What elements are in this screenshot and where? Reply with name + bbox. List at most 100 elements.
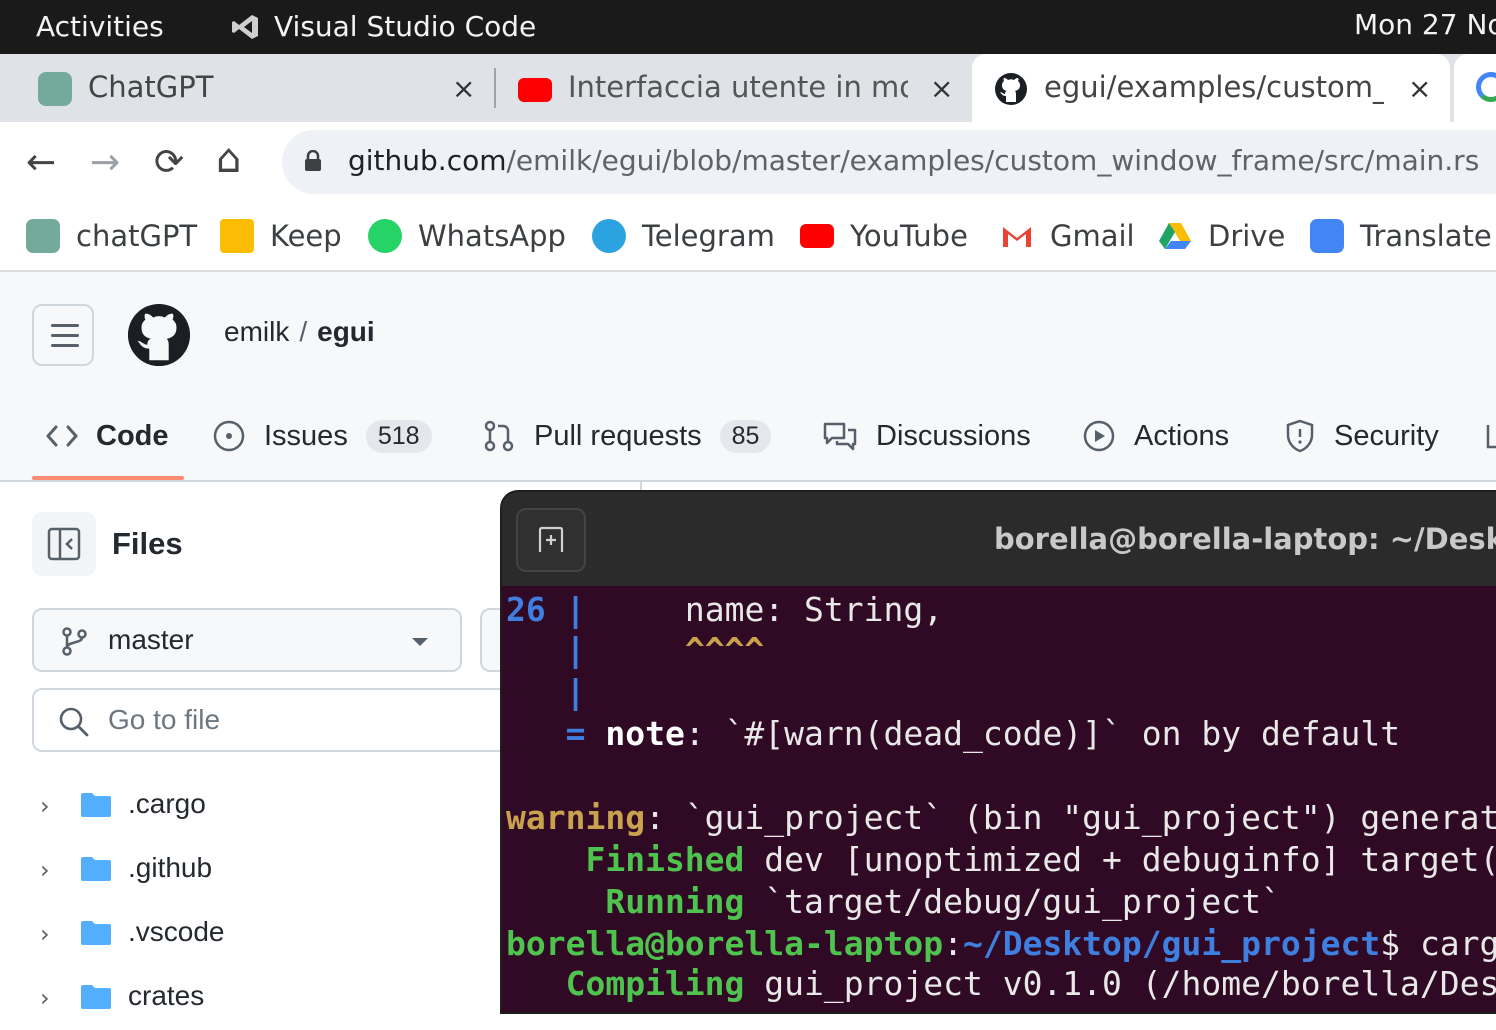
terminal-window[interactable]: borella@borella-laptop: ~/Desktop/g 26 |… [502,492,1496,1012]
url-domain: github.com [348,144,507,177]
hamburger-line [51,344,79,347]
youtube-icon [518,78,552,102]
status-text: dev [unoptimized + debuginfo] target( [744,840,1496,879]
gmail-icon [1003,227,1031,247]
terminal-title: borella@borella-laptop: ~/Desktop/g [994,522,1496,556]
bookmark-translate[interactable]: Translate [1310,214,1492,258]
bookmark-gmail[interactable]: Gmail [1000,214,1135,258]
status-text: `target/debug/gui_project` [744,882,1281,921]
whatsapp-icon [368,219,402,253]
back-button[interactable]: ← [26,142,56,183]
chevron-right-icon[interactable]: › [40,984,50,1012]
tab-label: Discussions [876,419,1031,452]
active-tab-underline [32,476,184,480]
url-text[interactable]: github.com/emilk/egui/blob/master/exampl… [348,144,1479,177]
close-icon[interactable]: × [452,72,475,105]
drive-icon [1159,223,1191,249]
issues-count-badge: 518 [365,419,432,453]
bookmark-youtube[interactable]: YouTube [800,214,968,258]
prompt-path: ~/Desktop/gui_project [962,924,1381,963]
tree-item-name: .cargo [128,788,206,819]
terminal-line: warning: `gui_project` (bin "gui_project… [506,798,1496,838]
sidebar-collapse-icon [47,527,81,561]
bookmarks-bar: chatGPT Keep WhatsApp Telegram YouTube G… [0,204,1496,272]
youtube-icon [800,224,834,248]
github-logo-icon[interactable] [126,302,192,368]
tab-issues[interactable]: Issues 518 [212,410,432,462]
hamburger-line [51,334,79,337]
activities-button[interactable]: Activities [36,10,164,43]
keep-icon [220,219,254,253]
pulls-count-badge: 85 [719,419,772,453]
comment-discussion-icon [823,422,857,451]
code-icon [46,425,78,447]
tab-youtube[interactable]: Interfaccia utente in mod × [480,54,972,122]
bookmark-whatsapp[interactable]: WhatsApp [368,214,566,258]
tab-code[interactable]: Code [46,410,169,462]
bookmark-keep[interactable]: Keep [220,214,342,258]
play-icon [1083,420,1115,452]
note-text: : `#[warn(dead_code)]` on by default [684,714,1401,753]
clock[interactable]: Mon 27 No [1354,8,1496,41]
home-button[interactable]: ⌂ [216,136,241,182]
shield-icon [1286,419,1314,453]
terminal-titlebar: borella@borella-laptop: ~/Desktop/g [502,492,1496,586]
folder-icon [81,921,111,945]
system-top-bar: Activities Visual Studio Code Mon 27 No [0,0,1496,54]
tab-label: Actions [1134,419,1230,452]
lock-icon[interactable] [304,150,322,172]
tab-chatgpt[interactable]: ChatGPT × [0,54,494,122]
terminal-output[interactable]: 26 | name: String, | ^^^^ | = note: `#[w… [502,586,1496,1012]
menu-button[interactable] [32,304,94,366]
repo-owner-link[interactable]: emilk [224,316,289,347]
bookmark-chatgpt[interactable]: chatGPT [26,214,197,258]
new-tab-icon [538,526,564,552]
chevron-right-icon[interactable]: › [40,920,50,948]
chatgpt-icon [26,219,60,253]
terminal-line: Finished dev [unoptimized + debuginfo] t… [506,840,1496,880]
close-icon[interactable]: × [1408,72,1431,105]
tree-item[interactable]: › .vscode [0,906,520,966]
github-icon [995,73,1027,105]
focused-app-name[interactable]: Visual Studio Code [274,10,536,43]
tab-security[interactable]: Security [1284,410,1439,462]
bookmark-label: Keep [270,219,342,253]
bookmark-label: Translate [1360,219,1492,253]
collapse-sidebar-button[interactable] [32,512,96,576]
tab-discussions[interactable]: Discussions [822,410,1031,462]
chevron-right-icon[interactable]: › [40,856,50,884]
new-tab-button[interactable] [516,508,586,572]
tree-item[interactable]: › .cargo [0,778,520,838]
line-number: 26 [506,590,546,629]
browser-toolbar: ← → ⟳ ⌂ github.com/emilk/egui/blob/maste… [0,122,1496,204]
bookmark-label: Drive [1208,219,1286,253]
tree-item-name: .vscode [128,916,225,947]
tab-label: Pull requests [534,419,702,452]
tab-label: Code [96,419,169,452]
branch-selector[interactable]: master [32,608,462,672]
forward-button[interactable]: → [90,142,120,183]
bookmark-telegram[interactable]: Telegram [592,214,775,258]
tree-item[interactable]: › crates [0,970,520,1030]
bookmark-drive[interactable]: Drive [1158,214,1285,258]
address-bar[interactable]: github.com/emilk/egui/blob/master/exampl… [282,130,1496,194]
repo-name-link[interactable]: egui [317,316,375,347]
reload-button[interactable]: ⟳ [154,142,184,183]
tree-item[interactable]: › .github [0,842,520,902]
go-to-file-input[interactable]: Go to file [32,688,532,752]
tab-pull-requests[interactable]: Pull requests 85 [482,410,772,462]
bookmark-label: YouTube [850,219,968,253]
close-icon[interactable]: × [930,72,953,105]
warning-label: warning [506,798,646,837]
status-label: Finished [506,840,745,879]
tab-title: ChatGPT [88,70,214,104]
tab-more-cutoff[interactable] [1486,410,1496,462]
file-tree-panel: Files master Go to file › .cargo › .gith… [0,482,532,1012]
chevron-right-icon[interactable]: › [40,792,50,820]
repo-breadcrumb: emilk / egui [224,316,375,348]
tab-actions[interactable]: Actions [1082,410,1229,462]
tab-google[interactable] [1454,54,1496,122]
terminal-line: borella@borella-laptop:~/Desktop/gui_pro… [506,924,1496,964]
tab-github-active[interactable]: egui/examples/custom_ × [972,54,1450,122]
gutter-bar: | [506,672,586,711]
